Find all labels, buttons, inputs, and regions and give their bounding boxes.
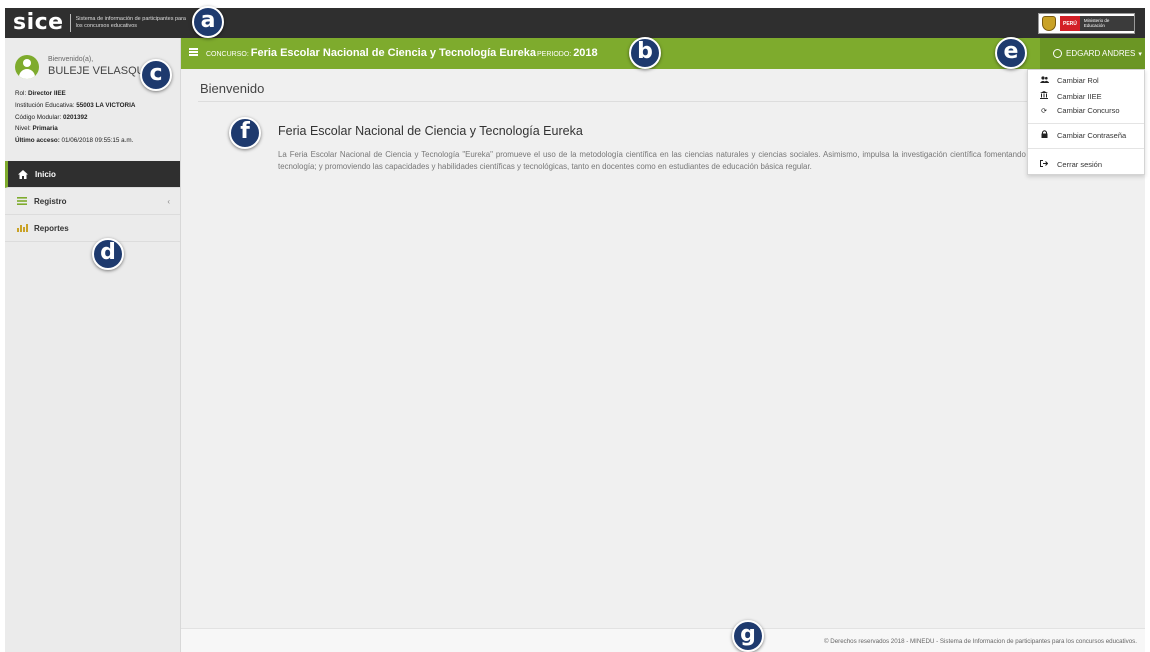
menu-item-label: Cambiar Contraseña [1057,130,1127,140]
menu-item-label: Cerrar sesión [1057,160,1103,169]
section-body: La Feria Escolar Nacional de Ciencia y T… [278,150,1128,171]
ministry-label: Ministerio de Educación [1079,16,1134,31]
caret-down-icon: ▾ [1138,50,1142,58]
concurso-label: CONCURSO: [206,51,249,58]
logo-divider [69,14,71,32]
marker-d: d [92,238,124,270]
refresh-icon: ⟳ [1041,107,1047,115]
peru-label: PERÚ [1060,16,1080,31]
sidebar-item-registro[interactable]: Registro ‹ [5,188,180,215]
sidebar: Bienvenido(a), BULEJE VELASQUEZ Rol: Dir… [5,38,181,652]
sidebar-item-label: Registro [34,196,67,206]
menu-divider [1028,148,1144,149]
marker-g: g [732,620,764,652]
title-divider [198,101,1133,102]
marker-a: a [192,6,224,38]
menu-item-label: Cambiar Rol [1057,76,1099,85]
marker-c: c [140,59,172,91]
menu-toggle-icon[interactable] [189,48,198,56]
menu-item-cambiar-iiee[interactable]: Cambiar IIEE [1039,91,1102,101]
info-role: Rol: Director IIEE [15,90,66,97]
menu-item-cambiar-rol[interactable]: Cambiar Rol [1039,76,1099,85]
periodo-value: 2018 [573,47,598,59]
user-profile: Bienvenido(a), BULEJE VELASQUEZ Rol: Dir… [5,38,180,161]
app-window: sice Sistema de información de participa… [0,0,1150,652]
sign-out-icon [1039,160,1049,169]
minedu-logo: PERÚ Ministerio de Educación [1038,13,1135,34]
marker-b: b [629,37,661,69]
menu-item-cambiar-concurso[interactable]: ⟳ Cambiar Concurso [1039,106,1120,115]
info-institution: Institución Educativa: 55003 LA VICTORIA [15,101,136,109]
sice-logo[interactable]: sice Sistema de información de participa… [13,11,188,35]
home-icon [16,169,30,179]
footer: © Derechos reservados 2018 - MINEDU - Si… [181,628,1145,652]
marker-f: f [229,117,261,149]
section-title: Feria Escolar Nacional de Ciencia y Tecn… [278,124,583,138]
info-level: Nivel: Primaria [15,125,58,133]
lock-icon [1039,130,1049,140]
periodo-info: PERIODO: 2018 [537,47,598,59]
info-last-access: Último acceso: 01/06/2018 09:55:15 a.m. [15,137,134,145]
user-circle-icon [1053,49,1062,58]
info-modular-code: Código Modular: 0201392 [15,113,88,121]
users-icon [1039,76,1049,85]
logo-wordmark: sice [13,10,64,35]
footer-copyright: © Derechos reservados 2018 - MINEDU - Si… [823,638,1137,645]
bar-chart-icon [15,224,29,232]
sidebar-item-reportes[interactable]: Reportes [5,215,180,242]
menu-item-label: Cambiar Concurso [1057,106,1120,115]
concurso-info: CONCURSO: Feria Escolar Nacional de Cien… [206,47,536,59]
menu-divider [1028,123,1144,124]
concurso-value: Feria Escolar Nacional de Ciencia y Tecn… [250,47,537,59]
top-bar: sice Sistema de información de participa… [5,8,1145,38]
welcome-text: Bienvenido(a), [48,56,94,63]
institution-icon [1039,91,1049,101]
menu-item-cerrar-sesion[interactable]: Cerrar sesión [1039,160,1102,169]
main-content: Bienvenido Feria Escolar Nacional de Cie… [181,69,1145,628]
sidebar-item-inicio[interactable]: Inicio [5,161,180,188]
chevron-left-icon: ‹ [167,197,170,206]
user-menu-button[interactable]: EDGARD ANDRES ▾ [1040,38,1145,69]
sidebar-item-label: Inicio [35,169,56,179]
page-title: Bienvenido [200,81,265,96]
list-icon [15,197,29,205]
menu-item-label: Cambiar IIEE [1057,91,1102,101]
logo-tagline: Sistema de información de participantes … [75,16,186,29]
user-menu-label: EDGARD ANDRES [1066,49,1136,58]
sidebar-item-label: Reportes [34,223,69,233]
coat-of-arms-icon [1042,16,1056,31]
avatar [15,55,39,79]
periodo-label: PERIODO: [537,51,572,58]
user-dropdown-menu: Cambiar Rol Cambiar IIEE ⟳ Cambiar Concu… [1027,69,1145,175]
user-info: Rol: Director IIEE Institución Educativa… [15,88,135,147]
marker-e: e [995,37,1027,69]
menu-item-cambiar-contrasena[interactable]: Cambiar Contraseña [1039,130,1126,140]
